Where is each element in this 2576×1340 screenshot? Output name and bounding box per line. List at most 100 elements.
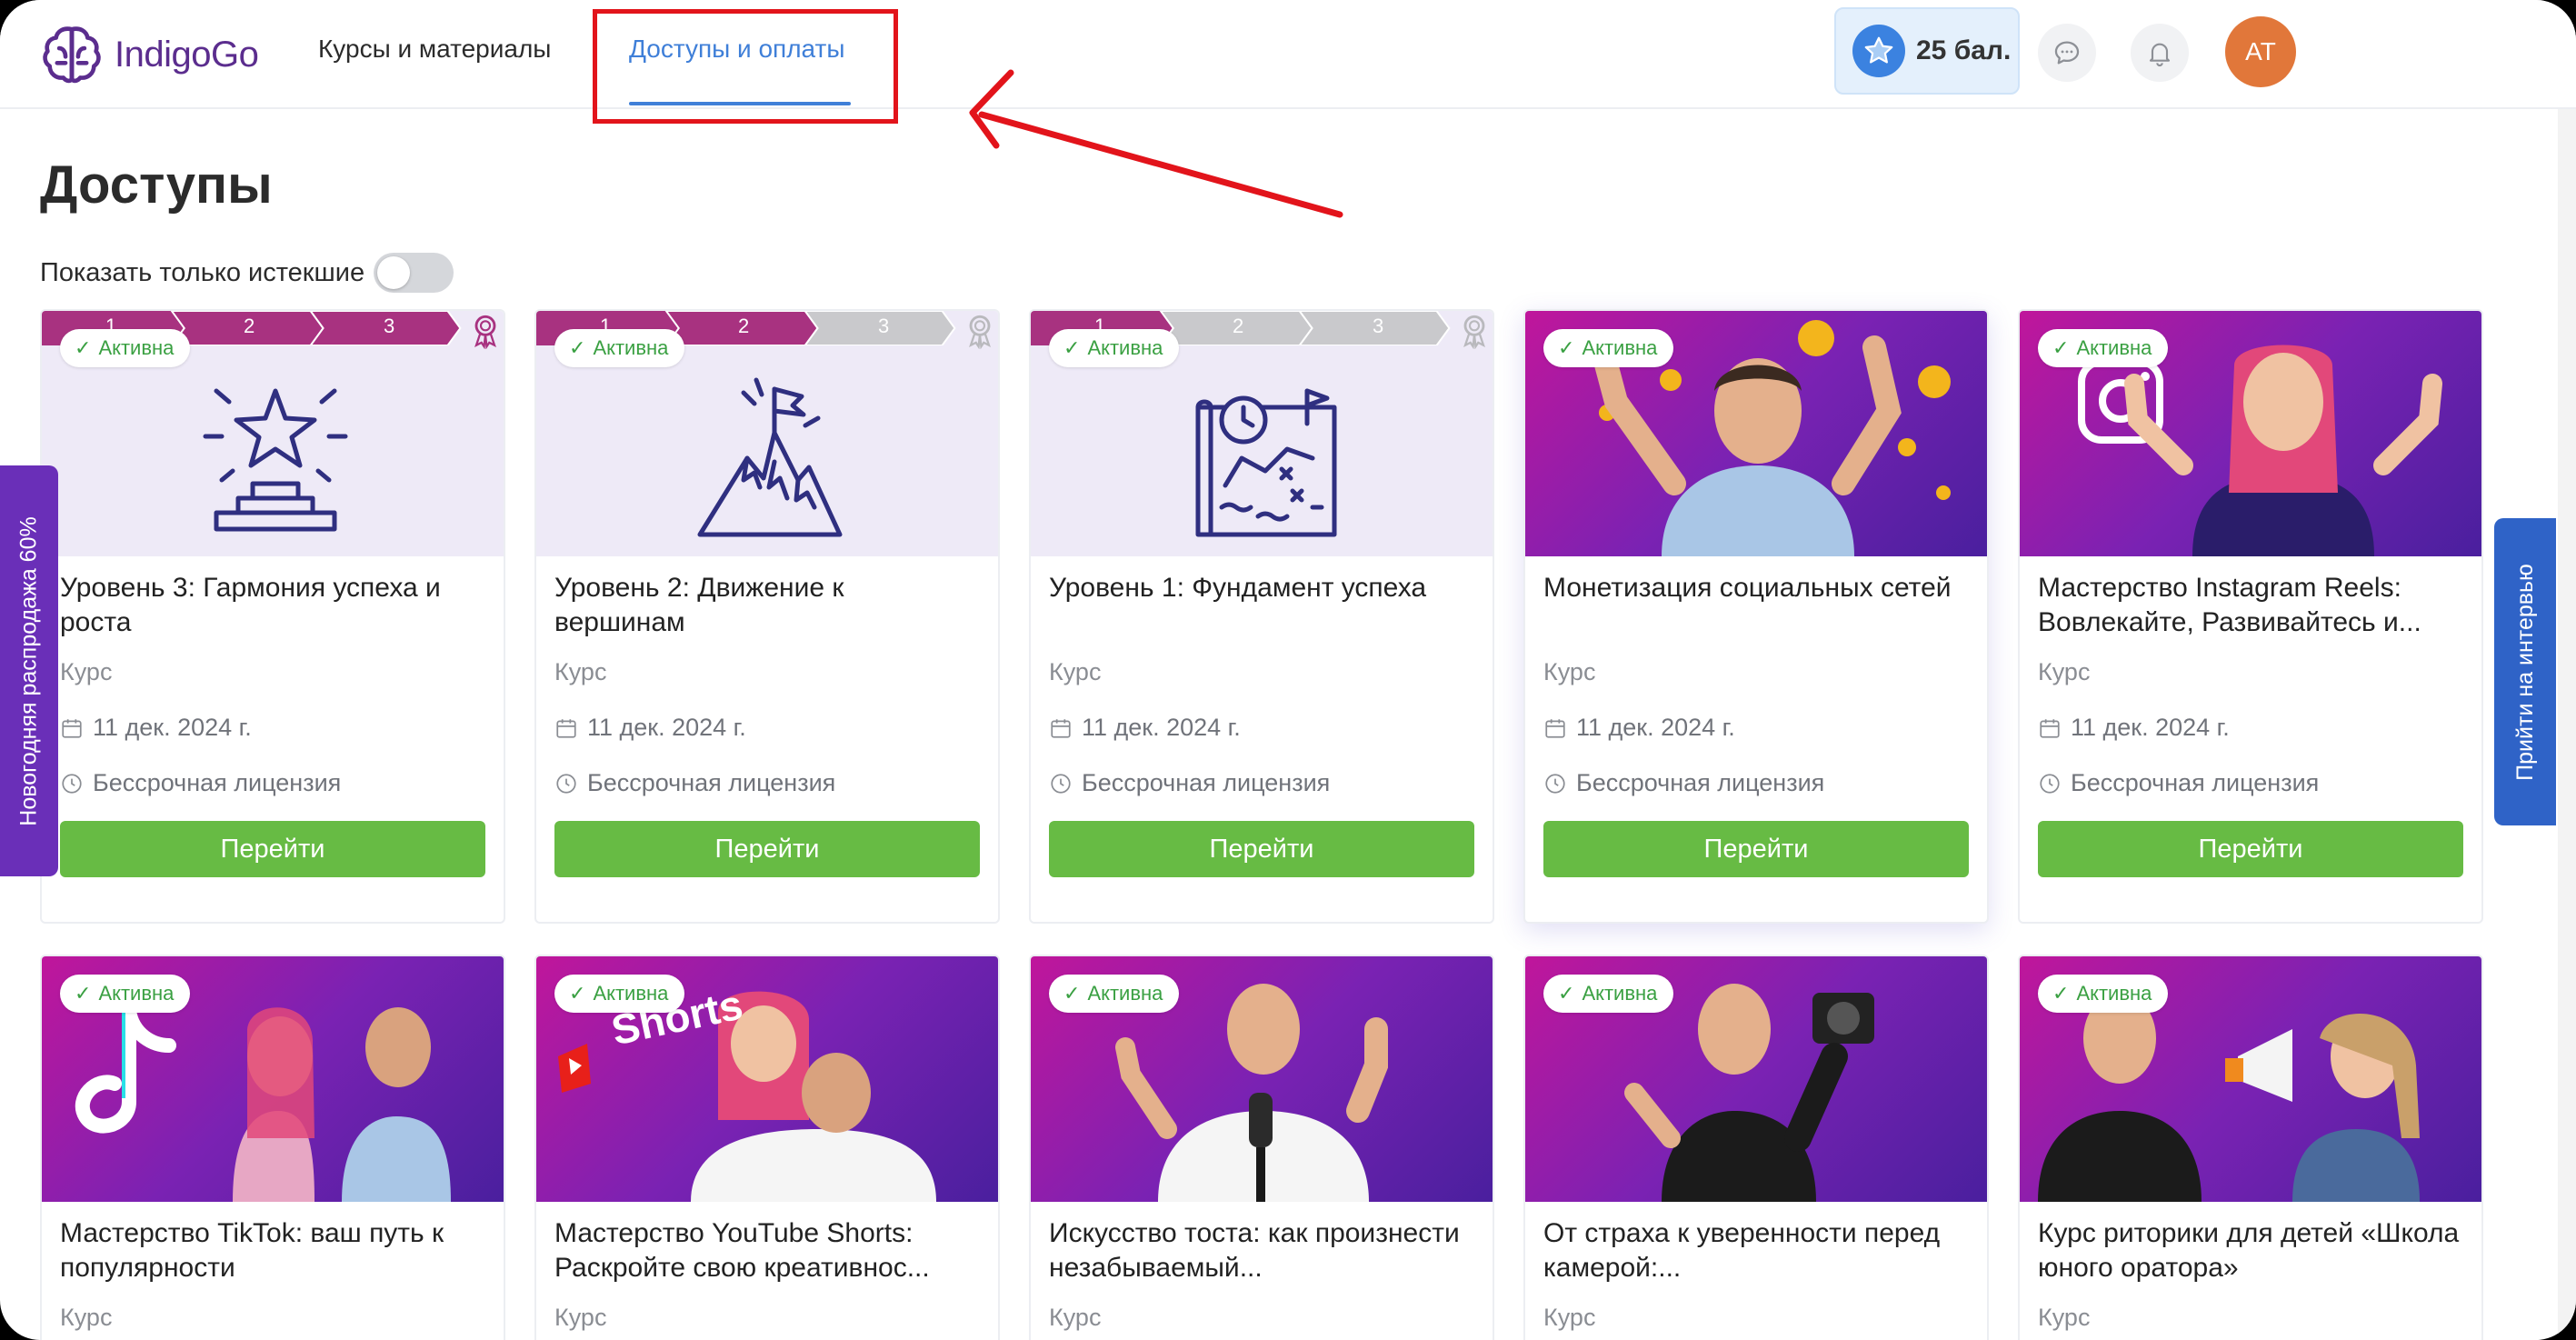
course-image: 1 2 3 ✓ Активна bbox=[536, 311, 998, 556]
course-card: 1 2 3 ✓Активна Уровень 2: Движение к ве bbox=[534, 309, 1000, 924]
scrollbar-track[interactable] bbox=[2558, 109, 2576, 1340]
interview-tab[interactable]: Прийти на интервью bbox=[2494, 518, 2556, 825]
license-type: Бессрочная лицензия bbox=[1543, 769, 1969, 797]
go-to-course-button[interactable]: Перейти bbox=[1543, 821, 1969, 877]
course-card: 1 2 3 ✓ Активна Уровень 3: Гармония успех… bbox=[40, 309, 505, 924]
expired-filter: Показать только истекшие bbox=[40, 253, 454, 293]
go-to-course-button[interactable]: Перейти bbox=[60, 821, 485, 877]
calendar-icon bbox=[1545, 718, 1565, 738]
status-badge: ✓ Активна bbox=[2038, 975, 2169, 1013]
course-title[interactable]: Монетизация социальных сетей bbox=[1543, 571, 1969, 640]
level-label: 2 bbox=[244, 315, 255, 337]
course-card: 1 2 3 ✓ Активна Уровень 1: Фундамент усп… bbox=[1029, 309, 1494, 924]
course-type: Курс bbox=[2038, 658, 2091, 685]
course-title[interactable]: Уровень 2: Движение к вершинам bbox=[554, 571, 980, 640]
logo[interactable]: IndigoGo bbox=[38, 18, 259, 91]
expired-filter-label: Показать только истекшие bbox=[40, 257, 365, 287]
status-badge: ✓ Активна bbox=[2038, 329, 2169, 367]
status-badge: ✓ Активна bbox=[554, 329, 685, 367]
course-image: Shorts ✓ Активна bbox=[536, 956, 998, 1202]
course-title[interactable]: Уровень 1: Фундамент успеха bbox=[1049, 571, 1474, 640]
nav-courses-tab[interactable]: Курсы и материалы bbox=[318, 35, 551, 64]
calendar-icon bbox=[1051, 718, 1071, 738]
course-card: ✓ Активна Монетизация социальных сетей Ку… bbox=[1523, 309, 1989, 924]
level-label: 3 bbox=[384, 315, 395, 337]
sale-tab-label: Новогодняя распродажа 60% bbox=[15, 515, 42, 826]
calendar-icon bbox=[62, 718, 82, 738]
level-label: 3 bbox=[878, 315, 890, 337]
course-card: Shorts ✓ Активна Мастерство YouTube Short… bbox=[534, 955, 1000, 1340]
course-card: ✓ Активна Искусство тоста: как произнести… bbox=[1029, 955, 1494, 1340]
course-type: Курс bbox=[1049, 1304, 1102, 1331]
toggle-knob bbox=[377, 256, 411, 289]
course-title[interactable]: Искусство тоста: как произнести незабыва… bbox=[1049, 1216, 1474, 1285]
course-type: Курс bbox=[554, 658, 607, 685]
level-label: 2 bbox=[1233, 315, 1244, 337]
course-card: ✓ Активна Мастерство TikTok: ваш путь к п… bbox=[40, 955, 505, 1340]
expired-filter-toggle[interactable] bbox=[374, 253, 454, 293]
clock-icon bbox=[1545, 773, 1565, 794]
calendar-icon bbox=[556, 718, 576, 738]
course-title[interactable]: Уровень 3: Гармония успеха и роста bbox=[60, 571, 485, 640]
course-image: ✓ Активна bbox=[2020, 311, 2481, 556]
points-value: 25 бал. bbox=[1916, 35, 2012, 65]
go-to-course-button[interactable]: Перейти bbox=[554, 821, 980, 877]
course-title[interactable]: Мастерство YouTube Shorts: Раскройте сво… bbox=[554, 1216, 980, 1285]
level-label: 3 bbox=[1373, 315, 1384, 337]
status-badge: ✓ Активна bbox=[554, 975, 685, 1013]
award-ribbon-icon bbox=[474, 315, 496, 349]
go-to-course-button[interactable]: Перейти bbox=[1049, 821, 1474, 877]
status-badge: ✓ Активна bbox=[60, 329, 191, 367]
go-to-course-button[interactable]: Перейти bbox=[2038, 821, 2463, 877]
license-type: Бессрочная лицензия bbox=[2038, 769, 2463, 797]
course-type: Курс bbox=[60, 1304, 113, 1331]
course-title[interactable]: Мастерство Instagram Reels: Вовлекайте, … bbox=[2038, 571, 2463, 640]
logo-text: IndigoGo bbox=[115, 34, 259, 75]
course-title[interactable]: От страха к уверенности перед камерой:..… bbox=[1543, 1216, 1969, 1285]
purchase-date: 11 дек. 2024 г. bbox=[60, 714, 485, 742]
course-title[interactable]: Мастерство TikTok: ваш путь к популярнос… bbox=[60, 1216, 485, 1285]
status-badge: ✓ Активна bbox=[1543, 975, 1674, 1013]
app-window: IndigoGo Курсы и материалы Доступы и опл… bbox=[0, 0, 2576, 1340]
bell-icon bbox=[2149, 43, 2171, 66]
star-icon bbox=[1852, 25, 1905, 77]
notifications-button[interactable] bbox=[2131, 24, 2189, 82]
level-label: 2 bbox=[738, 315, 750, 337]
status-badge: ✓ Активна bbox=[1543, 329, 1674, 367]
interview-tab-label: Прийти на интервью bbox=[2511, 563, 2538, 781]
course-title[interactable]: Курс риторики для детей «Школа юного ора… bbox=[2038, 1216, 2463, 1285]
course-image: ✓ Активна bbox=[1525, 956, 1987, 1202]
new-year-sale-tab[interactable]: Новогодняя распродажа 60% bbox=[0, 465, 58, 876]
clock-icon bbox=[556, 773, 576, 794]
chat-button[interactable] bbox=[2038, 24, 2096, 82]
course-type: Курс bbox=[1543, 658, 1596, 685]
status-badge: ✓ Активна bbox=[1049, 329, 1180, 367]
course-card: ✓ Активна Курс риторики для детей «Школа … bbox=[2018, 955, 2483, 1340]
award-ribbon-icon bbox=[1463, 315, 1485, 349]
course-type: Курс bbox=[554, 1304, 607, 1331]
purchase-date: 11 дек. 2024 г. bbox=[1049, 714, 1474, 742]
points-badge[interactable]: 25 бал. bbox=[1834, 7, 2020, 95]
course-image: ✓ Активна bbox=[42, 956, 504, 1202]
trophy-star-icon bbox=[203, 388, 348, 532]
purchase-date: 11 дек. 2024 г. bbox=[554, 714, 980, 742]
top-header: IndigoGo Курсы и материалы Доступы и опл… bbox=[0, 0, 2576, 109]
status-badge: ✓ Активна bbox=[60, 975, 191, 1013]
calendar-icon bbox=[2040, 718, 2060, 738]
annotation-highlight-box bbox=[593, 9, 898, 124]
page-title: Доступы bbox=[40, 155, 273, 215]
course-image: ✓ Активна bbox=[1031, 956, 1493, 1202]
license-type: Бессрочная лицензия bbox=[1049, 769, 1474, 797]
course-card: ✓ Активна Мастерство Instagram Reels: Вов… bbox=[2018, 309, 2483, 924]
roadmap-plan-icon bbox=[1195, 388, 1337, 537]
mountain-flag-icon bbox=[697, 377, 843, 537]
course-type: Курс bbox=[1049, 658, 1102, 685]
user-avatar[interactable]: AT bbox=[2225, 16, 2296, 87]
purchase-date: 11 дек. 2024 г. bbox=[2038, 714, 2463, 742]
course-image: 1 2 3 ✓ Активна bbox=[42, 311, 504, 556]
brain-logo-icon bbox=[43, 26, 101, 84]
course-type: Курс bbox=[2038, 1304, 2091, 1331]
course-image: ✓ Активна bbox=[1525, 311, 1987, 556]
course-image: ✓ Активна bbox=[2020, 956, 2481, 1202]
course-type: Курс bbox=[60, 658, 113, 685]
